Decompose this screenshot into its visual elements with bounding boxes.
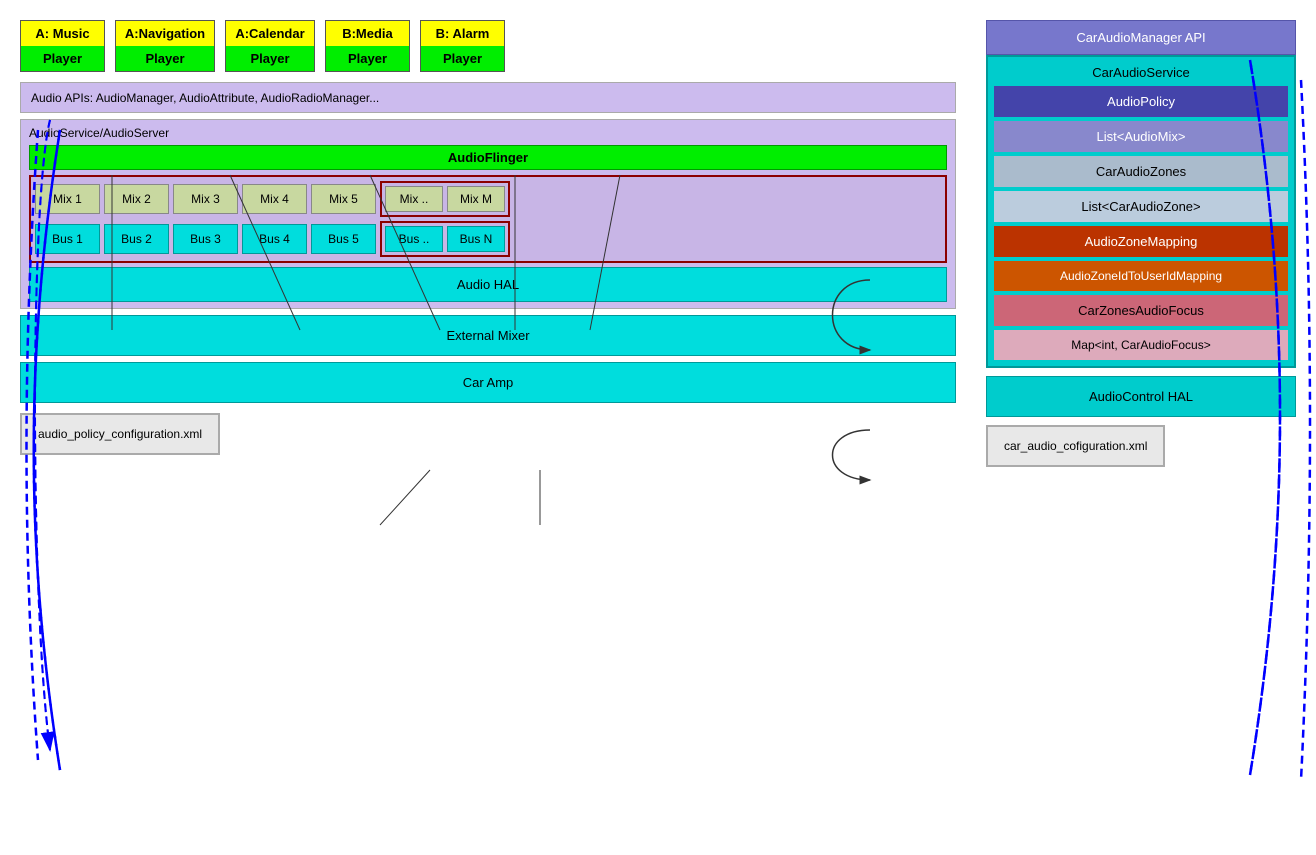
app-calendar-player: Player (226, 46, 314, 71)
mix-3: Mix 3 (173, 184, 238, 214)
audio-control-hal-block: AudioControl HAL (986, 376, 1296, 417)
app-media-player: Player (326, 46, 409, 71)
audioservice-container: AudioService/AudioServer AudioFlinger Mi… (20, 119, 956, 309)
car-audio-service-container: CarAudioService AudioPolicy List<AudioMi… (986, 55, 1296, 368)
xml-right-box: car_audio_cofiguration.xml (986, 425, 1165, 467)
car-zones-audio-focus-block: CarZonesAudioFocus (994, 295, 1288, 326)
app-calendar: A:Calendar Player (225, 20, 315, 72)
audio-apis-block: Audio APIs: AudioManager, AudioAttribute… (20, 82, 956, 113)
car-amp-block: Car Amp (20, 362, 956, 403)
app-alarm-title: B: Alarm (421, 21, 504, 46)
app-alarm: B: Alarm Player (420, 20, 505, 72)
mix-row: Mix 1 Mix 2 Mix 3 Mix 4 Mix 5 Mix .. Mix… (35, 181, 941, 217)
mixes-buses-outer: Mix 1 Mix 2 Mix 3 Mix 4 Mix 5 Mix .. Mix… (29, 175, 947, 263)
right-panel: CarAudioManager API CarAudioService Audi… (986, 20, 1296, 825)
inner-red-group-buses: Bus .. Bus N (380, 221, 510, 257)
audio-zone-mapping-block: AudioZoneMapping (994, 226, 1288, 257)
app-alarm-player: Player (421, 46, 504, 71)
mix-2: Mix 2 (104, 184, 169, 214)
app-calendar-title: A:Calendar (226, 21, 314, 46)
bus-dots: Bus .. (385, 226, 443, 252)
list-audiomix-block: List<AudioMix> (994, 121, 1288, 152)
car-audio-manager-api: CarAudioManager API (986, 20, 1296, 55)
bus-row: Bus 1 Bus 2 Bus 3 Bus 4 Bus 5 Bus .. Bus… (35, 221, 941, 257)
app-navigation: A:Navigation Player (115, 20, 215, 72)
audioflinger-block: AudioFlinger (29, 145, 947, 170)
external-mixer-block: External Mixer (20, 315, 956, 356)
mix-1: Mix 1 (35, 184, 100, 214)
app-music-player: Player (21, 46, 104, 71)
mix-4: Mix 4 (242, 184, 307, 214)
app-media-title: B:Media (326, 21, 409, 46)
bus-5: Bus 5 (311, 224, 376, 254)
xml-left-box: audio_policy_configuration.xml (20, 413, 220, 455)
audio-policy-block: AudioPolicy (994, 86, 1288, 117)
app-music: A: Music Player (20, 20, 105, 72)
mix-m: Mix M (447, 186, 505, 212)
bus-1: Bus 1 (35, 224, 100, 254)
apps-row: A: Music Player A:Navigation Player A:Ca… (20, 20, 956, 72)
audioservice-label: AudioService/AudioServer (29, 126, 947, 140)
audio-apis-label: Audio APIs: AudioManager, AudioAttribute… (31, 91, 379, 105)
bus-3: Bus 3 (173, 224, 238, 254)
audio-hal-block: Audio HAL (29, 267, 947, 302)
car-audio-zones-block: CarAudioZones (994, 156, 1288, 187)
map-int-block: Map<int, CarAudioFocus> (994, 330, 1288, 360)
bus-4: Bus 4 (242, 224, 307, 254)
mix-dots: Mix .. (385, 186, 443, 212)
app-navigation-title: A:Navigation (116, 21, 214, 46)
app-music-title: A: Music (21, 21, 104, 46)
bus-2: Bus 2 (104, 224, 169, 254)
app-media: B:Media Player (325, 20, 410, 72)
inner-red-group-mixes: Mix .. Mix M (380, 181, 510, 217)
list-caraudiozone-block: List<CarAudioZone> (994, 191, 1288, 222)
app-navigation-player: Player (116, 46, 214, 71)
bus-n: Bus N (447, 226, 505, 252)
mix-5: Mix 5 (311, 184, 376, 214)
audio-zone-id-block: AudioZoneIdToUserIdMapping (994, 261, 1288, 291)
car-audio-service-label: CarAudioService (994, 63, 1288, 82)
